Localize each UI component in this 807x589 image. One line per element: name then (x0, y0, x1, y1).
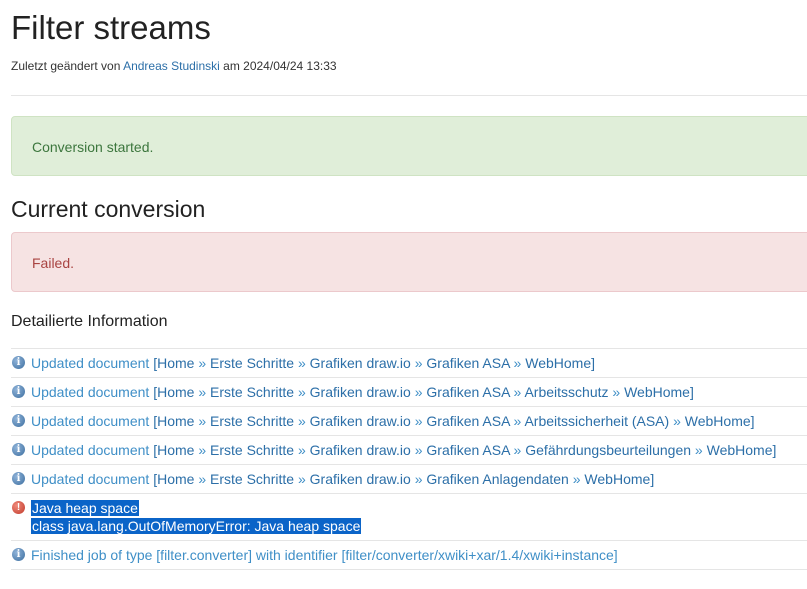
breadcrumb-link[interactable]: Arbeitsschutz (524, 384, 608, 400)
breadcrumb-link[interactable]: Home (157, 384, 194, 400)
breadcrumb-separator: » (669, 413, 685, 429)
finished-text: Finished job of type [filter.converter] … (31, 547, 618, 563)
breadcrumb-link[interactable]: Grafiken draw.io (310, 384, 411, 400)
log-entry: i Updated document [Home » Erste Schritt… (11, 464, 807, 493)
log-entry-label: Updated document (31, 413, 150, 429)
info-icon: i (12, 472, 25, 485)
breadcrumb-separator: » (410, 384, 427, 400)
info-icon: i (12, 414, 25, 427)
breadcrumb-link[interactable]: Erste Schritte (210, 355, 294, 371)
bracket-close: ] (591, 355, 596, 371)
breadcrumb-link[interactable]: Home (157, 355, 194, 371)
breadcrumb-separator: » (691, 442, 707, 458)
breadcrumb-separator: » (194, 355, 211, 371)
breadcrumb: [Home » Erste Schritte » Grafiken draw.i… (153, 413, 754, 429)
breadcrumb-link[interactable]: WebHome (584, 471, 650, 487)
log-entry-label: Updated document (31, 384, 150, 400)
failed-alert: Failed. (11, 232, 807, 292)
success-alert-text: Conversion started. (32, 139, 154, 155)
log-entry: i Updated document [Home » Erste Schritt… (11, 377, 807, 406)
log-entry: i Updated document [Home » Erste Schritt… (11, 348, 807, 377)
breadcrumb-link[interactable]: Grafiken ASA (426, 355, 509, 371)
info-icon: i (12, 443, 25, 456)
breadcrumb-link[interactable]: WebHome (624, 384, 690, 400)
breadcrumb-link[interactable]: Grafiken draw.io (310, 442, 411, 458)
breadcrumb-separator: » (509, 384, 525, 400)
error-detail[interactable]: class java.lang.OutOfMemoryError: Java h… (31, 518, 362, 534)
breadcrumb: [Home » Erste Schritte » Grafiken draw.i… (153, 471, 654, 487)
page-meta: Zuletzt geändert von Andreas Studinski a… (11, 59, 337, 73)
current-conversion-heading: Current conversion (11, 196, 206, 222)
breadcrumb-separator: » (194, 413, 211, 429)
breadcrumb-separator: » (194, 471, 211, 487)
breadcrumb-link[interactable]: Erste Schritte (210, 384, 294, 400)
bracket-close: ] (650, 471, 655, 487)
log-entry: i Updated document [Home » Erste Schritt… (11, 435, 807, 464)
breadcrumb-separator: » (410, 442, 427, 458)
breadcrumb-separator: » (294, 471, 310, 487)
error-icon: ! (12, 501, 25, 514)
log-entry-label: Updated document (31, 355, 150, 371)
breadcrumb-separator: » (294, 413, 310, 429)
breadcrumb-link[interactable]: Home (157, 413, 194, 429)
breadcrumb: [Home » Erste Schritte » Grafiken draw.i… (153, 384, 694, 400)
breadcrumb-link[interactable]: Grafiken draw.io (310, 471, 411, 487)
breadcrumb-link[interactable]: Gefährdungsbeurteilungen (525, 442, 691, 458)
log-entry-error: ! Java heap space class java.lang.OutOfM… (11, 493, 807, 540)
breadcrumb-separator: » (194, 442, 211, 458)
info-icon: i (12, 385, 25, 398)
breadcrumb-separator: » (509, 442, 526, 458)
breadcrumb-link[interactable]: Grafiken ASA (426, 442, 509, 458)
breadcrumb-separator: » (294, 355, 310, 371)
breadcrumb-link[interactable]: Home (157, 442, 194, 458)
breadcrumb-separator: » (509, 413, 525, 429)
breadcrumb-link[interactable]: Home (157, 471, 194, 487)
breadcrumb-separator: » (568, 471, 585, 487)
log-entry-label: Updated document (31, 471, 150, 487)
divider (11, 95, 807, 96)
breadcrumb-separator: » (410, 355, 427, 371)
breadcrumb-link[interactable]: Grafiken draw.io (310, 355, 411, 371)
log-entry-label: Updated document (31, 442, 150, 458)
breadcrumb-separator: » (509, 355, 526, 371)
breadcrumb-separator: » (410, 413, 427, 429)
failed-alert-text: Failed. (32, 255, 75, 271)
log-entry: i Updated document [Home » Erste Schritt… (11, 406, 807, 435)
breadcrumb-separator: » (294, 384, 310, 400)
breadcrumb-link[interactable]: Grafiken ASA (426, 413, 509, 429)
breadcrumb-separator: » (294, 442, 310, 458)
info-icon: i (12, 548, 25, 561)
page-title: Filter streams (11, 9, 211, 46)
bracket-close: ] (772, 442, 777, 458)
meta-prefix: Zuletzt geändert von (11, 59, 121, 73)
meta-suffix: am 2024/04/24 13:33 (223, 59, 337, 73)
breadcrumb-link[interactable]: WebHome (525, 355, 591, 371)
breadcrumb-link[interactable]: Erste Schritte (210, 442, 294, 458)
breadcrumb: [Home » Erste Schritte » Grafiken draw.i… (153, 355, 595, 371)
breadcrumb-link[interactable]: Grafiken ASA (426, 384, 509, 400)
breadcrumb-link[interactable]: Grafiken Anlagendaten (426, 471, 568, 487)
error-message[interactable]: Java heap space (31, 500, 139, 516)
breadcrumb-separator: » (194, 384, 211, 400)
info-icon: i (12, 356, 25, 369)
breadcrumb-link[interactable]: Grafiken draw.io (310, 413, 411, 429)
divider (11, 569, 807, 570)
log-list: i Updated document [Home » Erste Schritt… (11, 348, 807, 569)
details-heading: Detailierte Information (11, 313, 168, 330)
breadcrumb: [Home » Erste Schritte » Grafiken draw.i… (153, 442, 776, 458)
breadcrumb-separator: » (608, 384, 625, 400)
breadcrumb-link[interactable]: Erste Schritte (210, 471, 294, 487)
success-alert: Conversion started. (11, 116, 807, 176)
breadcrumb-link[interactable]: Arbeitssicherheit (ASA) (524, 413, 669, 429)
breadcrumb-separator: » (410, 471, 427, 487)
log-entry-finished: i Finished job of type [filter.converter… (11, 540, 807, 569)
breadcrumb-link[interactable]: WebHome (707, 442, 773, 458)
bracket-close: ] (689, 384, 694, 400)
bracket-close: ] (750, 413, 755, 429)
author-link[interactable]: Andreas Studinski (123, 59, 220, 73)
breadcrumb-link[interactable]: WebHome (685, 413, 751, 429)
breadcrumb-link[interactable]: Erste Schritte (210, 413, 294, 429)
